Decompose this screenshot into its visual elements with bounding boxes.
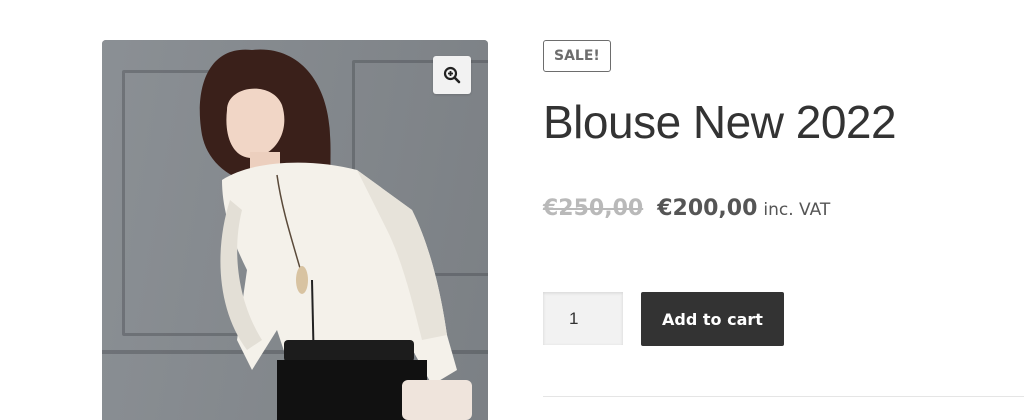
zoom-in-icon [443,66,461,84]
vat-label: inc. VAT [763,200,831,220]
sale-price: €200,00 [657,196,758,221]
model-figure [199,49,472,420]
product-title: Blouse New 2022 [543,96,897,148]
product-image[interactable] [102,40,488,420]
price-row: €250,00 €200,00 inc. VAT [543,196,830,221]
old-price: €250,00 [543,196,644,221]
product-gallery [102,40,488,420]
divider [543,396,1024,397]
zoom-button[interactable] [433,56,471,94]
sale-badge: SALE! [543,40,611,72]
add-to-cart-button[interactable]: Add to cart [641,292,784,346]
quantity-input[interactable] [543,292,623,345]
